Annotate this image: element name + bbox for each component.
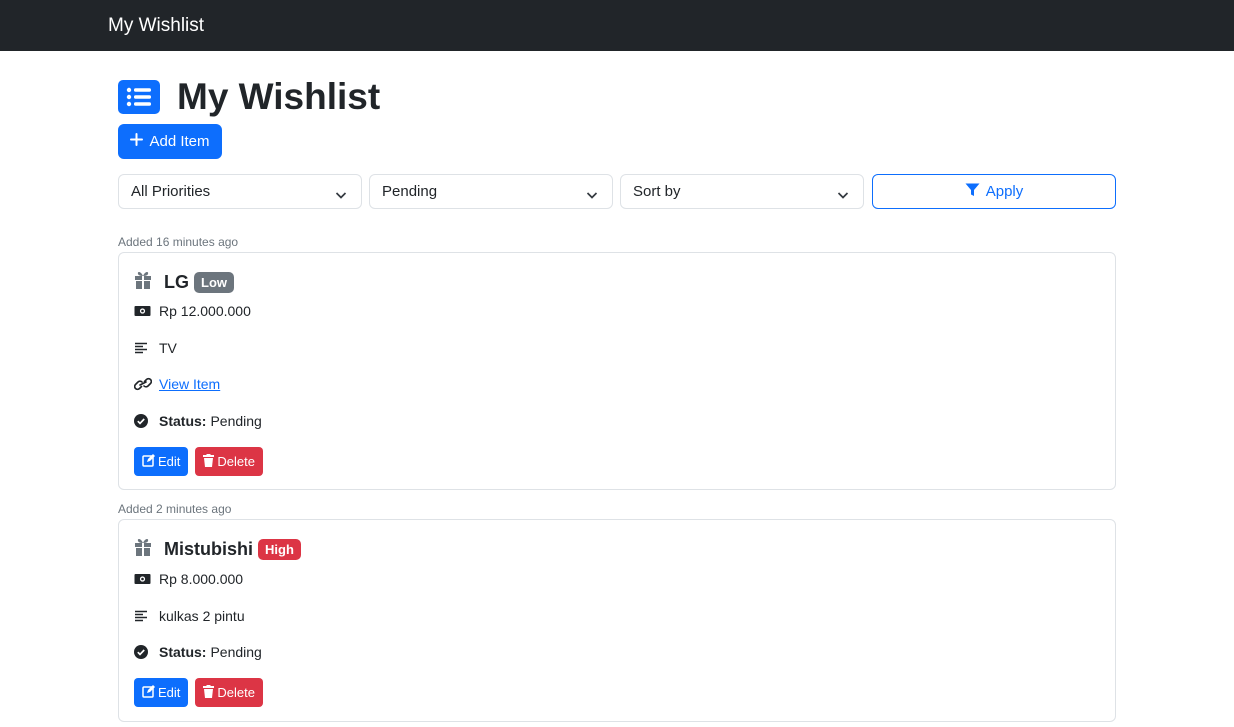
- priority-badge: Low: [194, 271, 234, 293]
- status-select[interactable]: Pending: [369, 174, 613, 209]
- check-circle-icon: [134, 645, 152, 659]
- apply-label: Apply: [985, 183, 1024, 200]
- navbar: My Wishlist: [0, 0, 1234, 51]
- priority-select[interactable]: All Priorities: [118, 174, 362, 209]
- delete-button[interactable]: Delete: [195, 447, 263, 476]
- status-label: Status:: [159, 413, 207, 429]
- item-actions: Edit Delete: [134, 678, 263, 707]
- item-price-row: Rp 8.000.000: [134, 571, 243, 587]
- status-select-value: Pending: [382, 183, 438, 200]
- edit-icon: [142, 684, 155, 701]
- gift-icon: [134, 270, 152, 294]
- trash-icon: [203, 453, 215, 470]
- item-status: Pending: [210, 644, 262, 660]
- link-icon: [134, 377, 152, 391]
- item-name: LG: [164, 271, 189, 292]
- edit-button[interactable]: Edit: [134, 678, 189, 707]
- delete-label: Delete: [217, 454, 255, 469]
- item-header: LG Low: [134, 270, 234, 294]
- item-price: Rp 8.000.000: [159, 571, 244, 587]
- item-status-row: Status: Pending: [134, 413, 262, 429]
- delete-label: Delete: [217, 685, 255, 700]
- page-header: My Wishlist: [118, 76, 380, 118]
- item-added-time: Added 16 minutes ago: [118, 235, 239, 249]
- edit-button[interactable]: Edit: [134, 447, 189, 476]
- status-label: Status:: [159, 644, 207, 660]
- edit-icon: [142, 453, 155, 470]
- item-price-row: Rp 12.000.000: [134, 303, 251, 319]
- item-actions: Edit Delete: [134, 447, 263, 476]
- item-header: Mistubishi High: [134, 537, 301, 561]
- item-added-time: Added 2 minutes ago: [118, 502, 232, 516]
- list-icon: [118, 80, 160, 114]
- item-description: TV: [159, 340, 177, 356]
- page-title: My Wishlist: [177, 76, 381, 117]
- text-left-icon: [134, 610, 152, 622]
- view-item-link[interactable]: View Item: [159, 376, 220, 392]
- item-name: Mistubishi: [164, 538, 253, 559]
- filter-bar: All Priorities Pending Sort by Apply: [118, 174, 1116, 209]
- chevron-down-icon: [586, 187, 598, 204]
- trash-icon: [203, 684, 215, 701]
- priority-badge: High: [258, 538, 301, 560]
- delete-button[interactable]: Delete: [195, 678, 263, 707]
- add-item-label: Add Item: [149, 133, 210, 150]
- item-price: Rp 12.000.000: [159, 303, 251, 319]
- gift-icon: [134, 537, 152, 561]
- edit-label: Edit: [158, 454, 181, 469]
- filter-icon: [965, 183, 980, 201]
- item-description-row: TV: [134, 340, 177, 356]
- edit-label: Edit: [158, 685, 181, 700]
- chevron-down-icon: [335, 187, 347, 204]
- chevron-down-icon: [837, 187, 849, 204]
- sort-select[interactable]: Sort by: [620, 174, 864, 209]
- cash-icon: [134, 305, 152, 317]
- wishlist-item-card: LG Low Rp 12.000.000 TV View Item Status…: [118, 252, 1116, 490]
- add-item-button[interactable]: Add Item: [118, 124, 222, 159]
- wishlist-item-card: Mistubishi High Rp 8.000.000 kulkas 2 pi…: [118, 519, 1116, 722]
- text-left-icon: [134, 342, 152, 354]
- item-status-row: Status: Pending: [134, 644, 262, 660]
- apply-button[interactable]: Apply: [872, 174, 1116, 209]
- check-circle-icon: [134, 414, 152, 428]
- item-link-row: View Item: [134, 376, 220, 392]
- item-description-row: kulkas 2 pintu: [134, 608, 245, 624]
- item-status: Pending: [210, 413, 262, 429]
- navbar-brand[interactable]: My Wishlist: [108, 15, 204, 37]
- sort-select-value: Sort by: [633, 183, 681, 200]
- cash-icon: [134, 573, 152, 585]
- item-description: kulkas 2 pintu: [159, 608, 245, 624]
- priority-select-value: All Priorities: [131, 183, 211, 200]
- plus-icon: [130, 133, 144, 150]
